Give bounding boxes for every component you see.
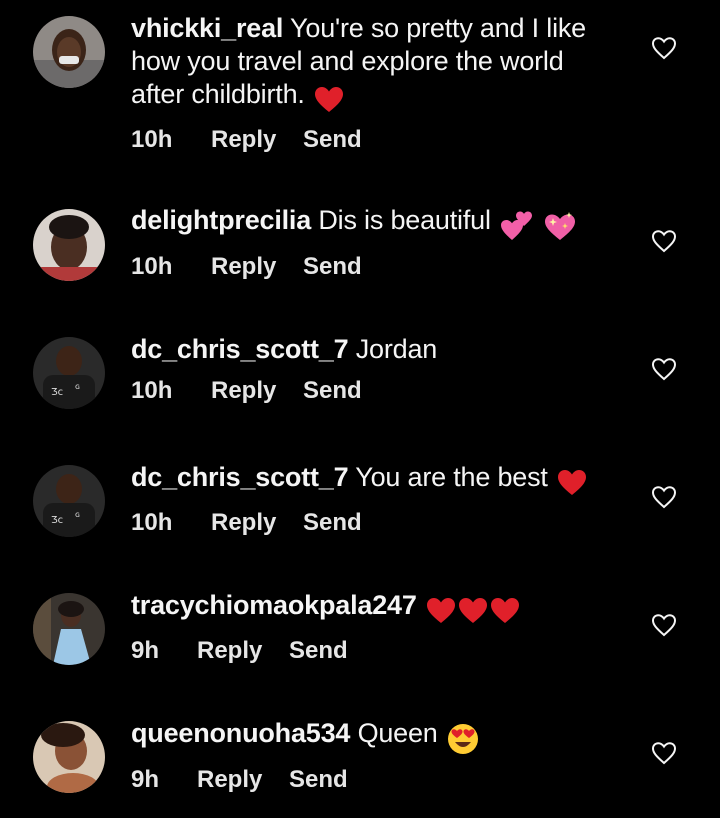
- comment-time: 9h: [131, 765, 160, 793]
- like-heart-icon[interactable]: [650, 483, 678, 511]
- comment-actions: 10h Reply Send: [131, 126, 611, 154]
- comment-text: delightprecilia Dis is beautiful: [131, 204, 611, 242]
- comment-actions: 10h Reply Send: [131, 377, 611, 405]
- comment-username[interactable]: dc_chris_scott_7: [131, 462, 349, 492]
- send-button[interactable]: Send: [303, 126, 362, 154]
- svg-text:ɢ: ɢ: [75, 382, 80, 391]
- like-heart-icon[interactable]: [650, 355, 678, 383]
- like-heart-icon[interactable]: [650, 34, 678, 62]
- comment-username[interactable]: tracychiomaokpala247: [131, 590, 417, 620]
- comment-message: You are the best: [355, 462, 548, 492]
- comment-actions: 9h Reply Send: [131, 637, 611, 665]
- send-button[interactable]: Send: [303, 253, 362, 281]
- heart-eyes-face-emoji: [447, 721, 479, 755]
- comment-username[interactable]: queenonuoha534: [131, 718, 350, 748]
- red-heart-emoji: [458, 593, 488, 626]
- comment-text: queenonuoha534 Queen: [131, 717, 611, 755]
- reply-button[interactable]: Reply: [211, 126, 303, 154]
- comment-username[interactable]: delightprecilia: [131, 205, 311, 235]
- reply-button[interactable]: Reply: [211, 253, 303, 281]
- comment-time: 10h: [131, 252, 173, 280]
- sparkling-heart-emoji: [543, 208, 577, 242]
- reply-button[interactable]: Reply: [211, 377, 303, 405]
- avatar[interactable]: [33, 16, 105, 88]
- red-heart-emoji: [426, 593, 456, 626]
- reply-button[interactable]: Reply: [211, 509, 303, 537]
- avatar[interactable]: Ʒc ɢ: [33, 465, 105, 537]
- comments-list: vhickki_real You're so pretty and I like…: [0, 0, 720, 818]
- send-button[interactable]: Send: [289, 637, 348, 665]
- comment-text: vhickki_real You're so pretty and I like…: [131, 12, 611, 115]
- comment-actions: 10h Reply Send: [131, 253, 611, 281]
- avatar[interactable]: [33, 209, 105, 281]
- comment-username[interactable]: dc_chris_scott_7: [131, 334, 349, 364]
- comment-actions: 10h Reply Send: [131, 509, 611, 537]
- avatar[interactable]: [33, 721, 105, 793]
- avatar[interactable]: [33, 593, 105, 665]
- reply-button[interactable]: Reply: [197, 766, 289, 794]
- avatar[interactable]: Ʒc ɢ: [33, 337, 105, 409]
- comment-text: dc_chris_scott_7 You are the best: [131, 461, 611, 498]
- comment-time: 10h: [131, 126, 173, 153]
- red-heart-emoji: [557, 465, 587, 498]
- red-heart-emoji: [490, 593, 520, 626]
- like-heart-icon[interactable]: [650, 739, 678, 767]
- comment-time: 10h: [131, 509, 173, 536]
- like-heart-icon[interactable]: [650, 611, 678, 639]
- comment-text: dc_chris_scott_7 Jordan: [131, 333, 611, 366]
- comment-message: Queen: [357, 718, 438, 748]
- svg-text:ɢ: ɢ: [75, 510, 80, 519]
- send-button[interactable]: Send: [303, 377, 362, 405]
- two-hearts-emoji: [500, 208, 534, 242]
- comment-username[interactable]: vhickki_real: [131, 13, 283, 43]
- send-button[interactable]: Send: [303, 509, 362, 537]
- comment-actions: 9h Reply Send: [131, 766, 611, 794]
- svg-text:Ʒc: Ʒc: [51, 515, 63, 526]
- comment-message: Dis is beautiful: [318, 205, 491, 235]
- like-heart-icon[interactable]: [650, 227, 678, 255]
- svg-text:Ʒc: Ʒc: [51, 387, 63, 398]
- reply-button[interactable]: Reply: [197, 637, 289, 665]
- comment-message: Jordan: [355, 334, 438, 364]
- red-heart-emoji: [314, 82, 344, 115]
- comment-time: 10h: [131, 377, 173, 404]
- send-button[interactable]: Send: [289, 766, 348, 794]
- comment-text: tracychiomaokpala247: [131, 589, 611, 626]
- comment-time: 9h: [131, 637, 160, 664]
